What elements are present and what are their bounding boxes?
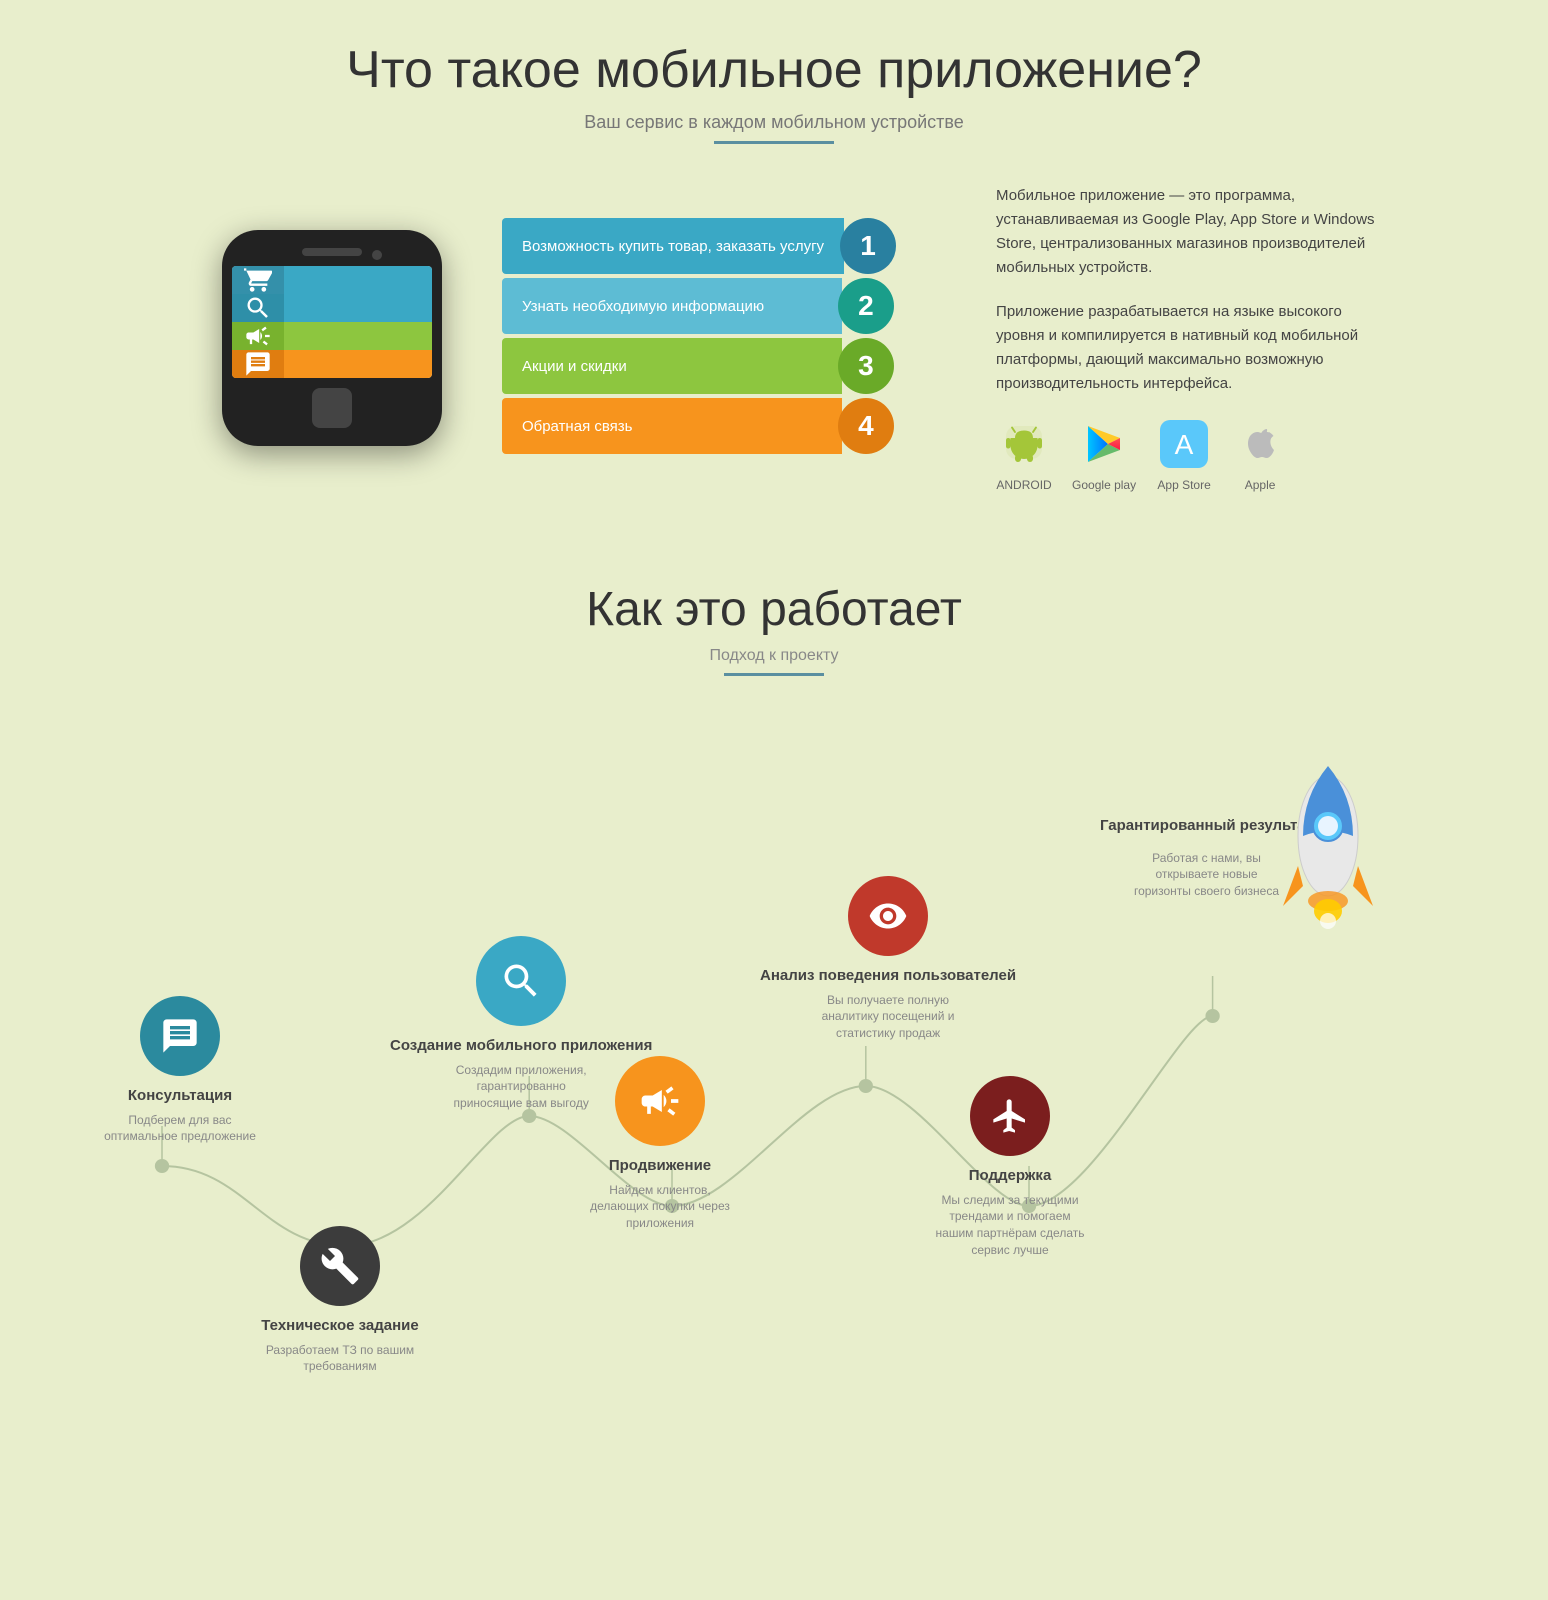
- subtitle: Ваш сервис в каждом мобильном устройстве: [60, 112, 1488, 133]
- phone-icon-megaphone: [232, 322, 284, 350]
- apple-label: Apple: [1245, 478, 1276, 492]
- main-title: Что такое мобильное приложение?: [60, 40, 1488, 100]
- feature-bar-4: Обратная связь: [502, 398, 842, 454]
- apple-icon: [1232, 416, 1288, 472]
- section2-underline: [724, 673, 824, 676]
- step-desc-analytics: Вы получаете полную аналитику посещений …: [808, 992, 968, 1042]
- feature-bar-3: Акции и скидки: [502, 338, 842, 394]
- phone-icon-chat: [232, 350, 284, 378]
- phone-row-4: [232, 350, 432, 378]
- step-circle-promo: [615, 1056, 705, 1146]
- feature-text-3: Акции и скидки: [522, 358, 627, 375]
- feature-num-2: 2: [838, 278, 894, 334]
- description-block: Мобильное приложение — это программа, ус…: [996, 184, 1376, 492]
- googleplay-label: Google play: [1072, 478, 1136, 492]
- step-circle-consultation: [140, 996, 220, 1076]
- store-icons: ANDROID: [996, 416, 1376, 492]
- phone-home-btn: [312, 388, 352, 428]
- section2-title: Как это работает: [60, 582, 1488, 637]
- feature-row-2: Узнать необходимую информацию 2: [502, 278, 896, 334]
- features-list: Возможность купить товар, заказать услуг…: [502, 218, 896, 458]
- feature-bar-1: Возможность купить товар, заказать услуг…: [502, 218, 844, 274]
- section2-subtitle: Подход к проекту: [60, 647, 1488, 665]
- step-label-creation: Создание мобильного приложения: [390, 1036, 652, 1056]
- step-circle-creation: [476, 936, 566, 1026]
- phone-text-2: [284, 294, 432, 322]
- phone-screen: [232, 266, 432, 378]
- step-promo: Продвижение Найдем клиентов, делающих по…: [580, 1056, 740, 1232]
- feature-row-4: Обратная связь 4: [502, 398, 896, 454]
- step-label-techspec: Техническое задание: [261, 1316, 418, 1336]
- phone-text-1: [284, 266, 432, 294]
- step-circle-support: [970, 1076, 1050, 1156]
- step-desc-techspec: Разработаем ТЗ по вашим требованиям: [260, 1342, 420, 1376]
- store-googleplay: Google play: [1072, 416, 1136, 492]
- step-label-consultation: Консультация: [128, 1086, 232, 1106]
- phone-icon-cart: [232, 266, 284, 294]
- content-area: Возможность купить товар, заказать услуг…: [60, 184, 1488, 492]
- step-label-promo: Продвижение: [609, 1156, 711, 1176]
- step-label-support: Поддержка: [969, 1166, 1052, 1186]
- step-consultation: Консультация Подберем для вас оптимально…: [100, 996, 260, 1145]
- desc-text-2: Приложение разрабатывается на языке высо…: [996, 300, 1376, 396]
- feature-num-3: 3: [838, 338, 894, 394]
- appstore-icon: A: [1156, 416, 1212, 472]
- desc-text-1: Мобильное приложение — это программа, ус…: [996, 184, 1376, 280]
- step-circle-techspec: [300, 1226, 380, 1306]
- android-label: ANDROID: [996, 478, 1051, 492]
- section1: Что такое мобильное приложение? Ваш серв…: [0, 0, 1548, 552]
- step-desc-support: Мы следим за текущими трендами и помогае…: [930, 1192, 1090, 1259]
- feature-row-1: Возможность купить товар, заказать услуг…: [502, 218, 896, 274]
- store-apple: Apple: [1232, 416, 1288, 492]
- store-android: ANDROID: [996, 416, 1052, 492]
- feature-text-4: Обратная связь: [522, 418, 633, 435]
- phone-mockup: [172, 230, 492, 446]
- title-underline: [714, 141, 834, 144]
- phone-camera: [372, 250, 382, 260]
- feature-row-3: Акции и скидки 3: [502, 338, 896, 394]
- workflow-diagram: Консультация Подберем для вас оптимально…: [60, 736, 1488, 1336]
- phone-row-2: [232, 294, 432, 322]
- feature-text-1: Возможность купить товар, заказать услуг…: [522, 238, 824, 255]
- step-desc-creation: Создадим приложения, гарантированно прин…: [441, 1062, 601, 1112]
- section2: Как это работает Подход к проекту: [0, 552, 1548, 1376]
- feature-bar-2: Узнать необходимую информацию: [502, 278, 842, 334]
- phone-body: [222, 230, 442, 446]
- android-icon: [996, 416, 1052, 472]
- step-label-analytics: Анализ поведения пользователей: [760, 966, 1016, 986]
- phone-text-4: [284, 350, 432, 378]
- store-appstore: A App Store: [1156, 416, 1212, 492]
- googleplay-icon: [1076, 416, 1132, 472]
- step-techspec: Техническое задание Разработаем ТЗ по ва…: [260, 1226, 420, 1375]
- phone-row-1: [232, 266, 432, 294]
- phone-speaker: [302, 248, 362, 256]
- step-analytics: Анализ поведения пользователей Вы получа…: [760, 876, 1016, 1042]
- step-desc-consultation: Подберем для вас оптимальное предложение: [100, 1112, 260, 1146]
- step-desc-promo: Найдем клиентов, делающих покупки через …: [580, 1182, 740, 1232]
- step-circle-analytics: [848, 876, 928, 956]
- feature-text-2: Узнать необходимую информацию: [522, 298, 764, 315]
- phone-icon-search: [232, 294, 284, 322]
- phone-text-3: [284, 322, 432, 350]
- appstore-label: App Store: [1157, 478, 1210, 492]
- feature-num-1: 1: [840, 218, 896, 274]
- feature-num-4: 4: [838, 398, 894, 454]
- phone-row-3: [232, 322, 432, 350]
- svg-text:A: A: [1175, 429, 1194, 460]
- step-support: Поддержка Мы следим за текущими трендами…: [930, 1076, 1090, 1259]
- rocket-icon: [1248, 746, 1408, 906]
